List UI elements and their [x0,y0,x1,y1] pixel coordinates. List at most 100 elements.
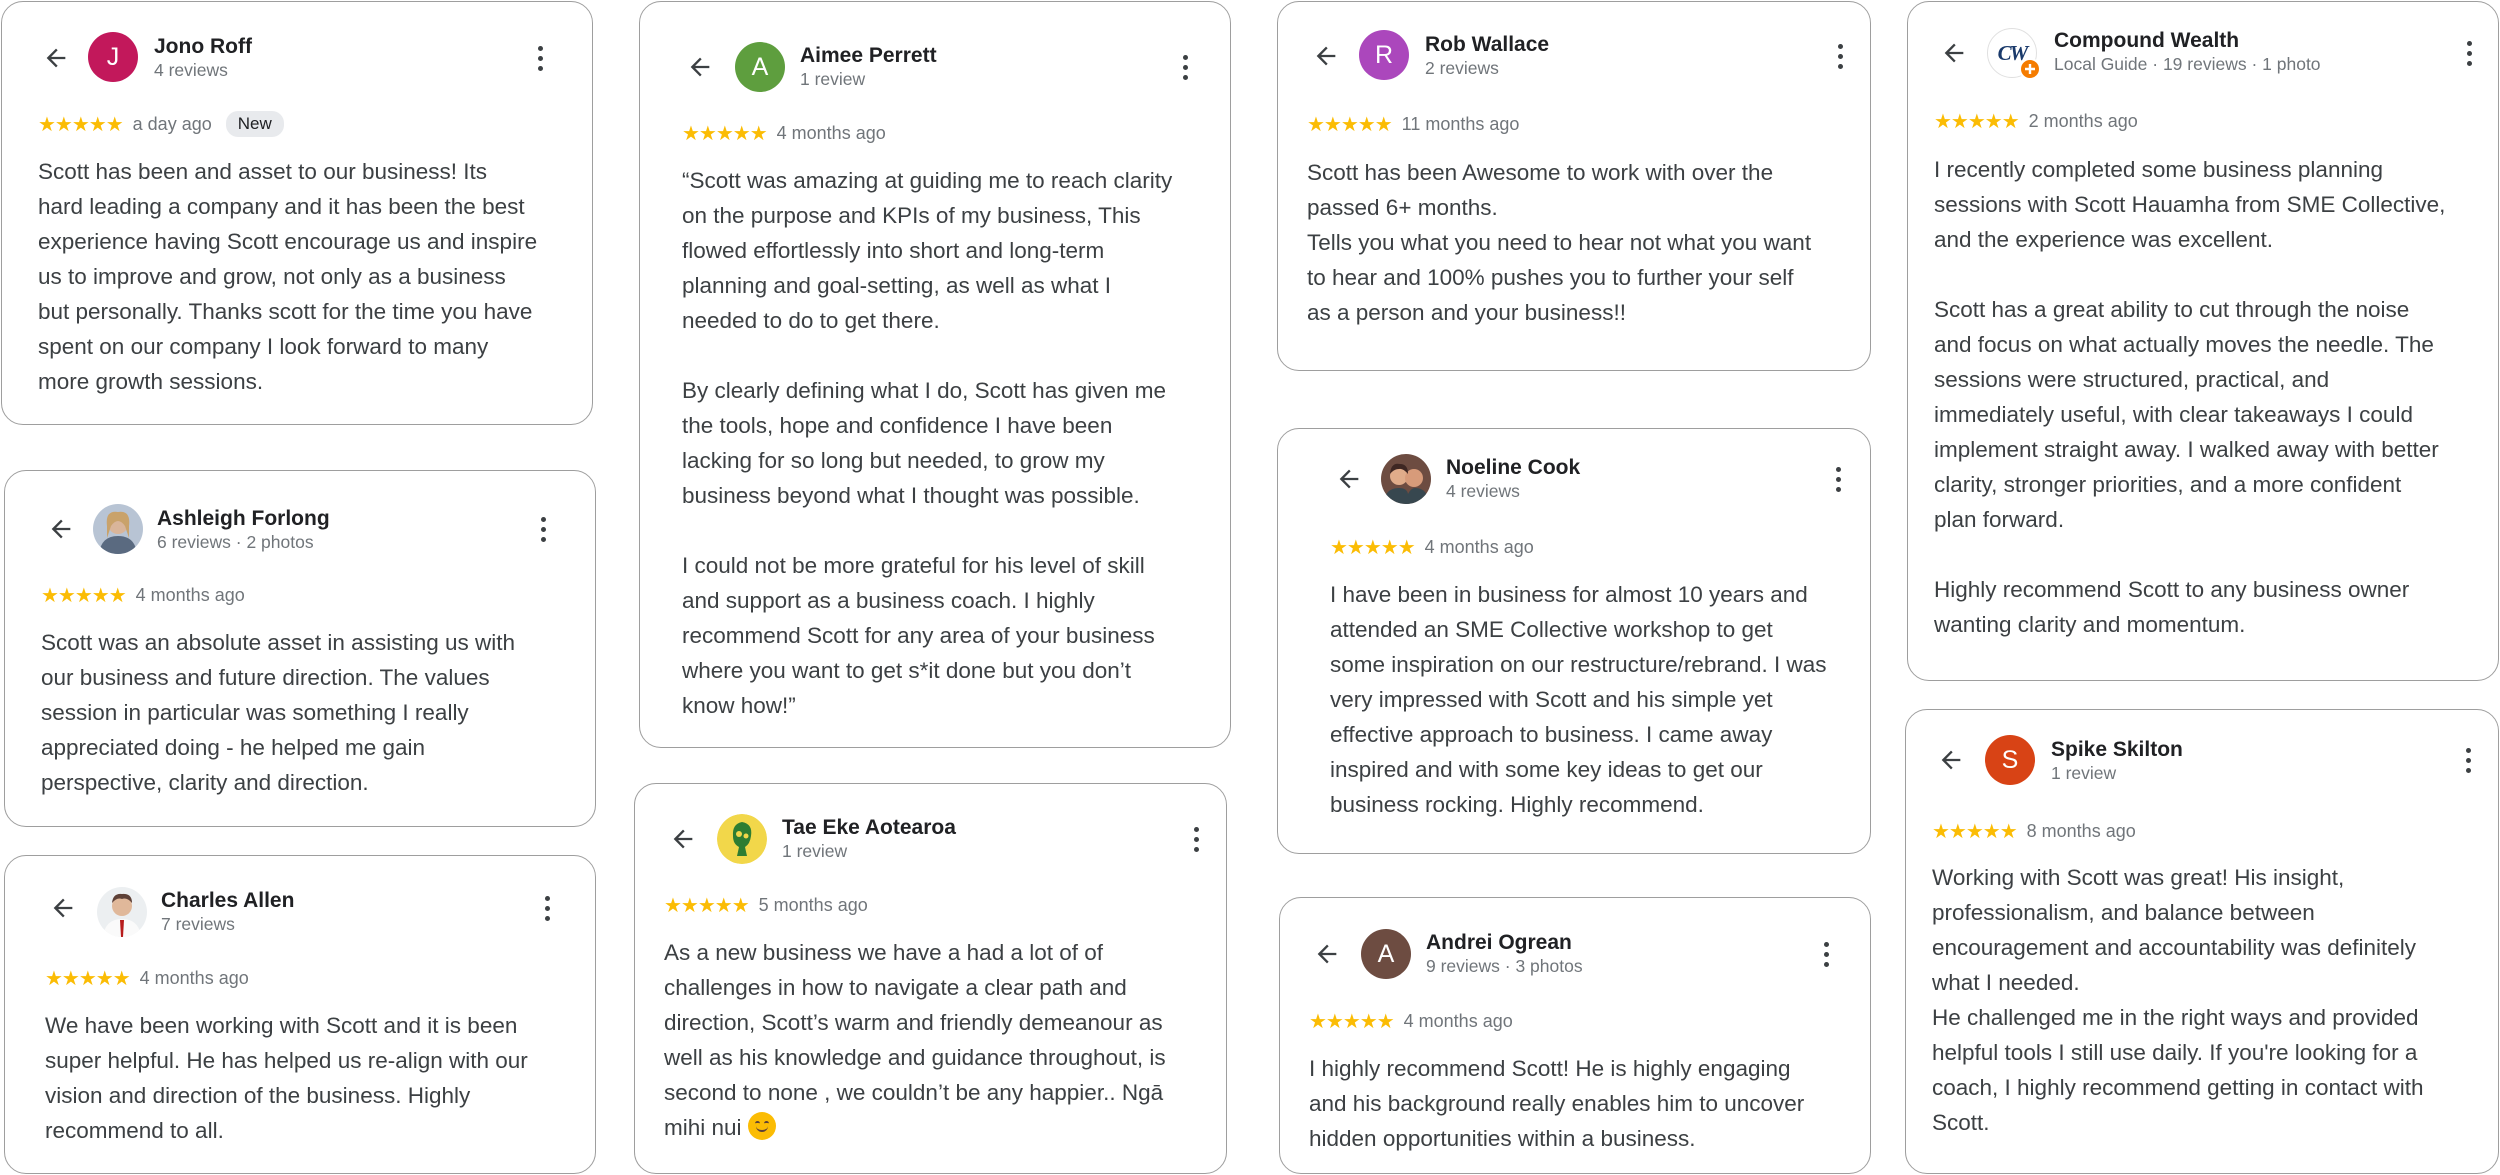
reviewer-meta: Local Guide · 19 reviews · 1 photo [2054,54,2321,74]
avatar[interactable] [97,887,147,937]
review-text: I recently completed some business plann… [1934,157,2446,637]
reviewer-meta: 4 reviews [1446,481,1520,501]
more-options-icon[interactable] [1181,819,1211,859]
reviewer-meta: 1 review [782,841,848,861]
local-guide-badge-icon [2019,58,2041,80]
review-card-aimee-perrett: A Aimee Perrett 1 review ★★★★★ 4 months … [639,1,1231,748]
reviewer-name[interactable]: Rob Wallace [1425,33,1549,57]
review-text-content: As a new business we have a had a lot of… [664,940,1166,1140]
review-card-ashleigh-forlong: Ashleigh Forlong 6 reviews · 2 photos ★★… [4,470,596,827]
star-rating: ★★★★★ [1307,114,1393,136]
more-options-icon[interactable] [1170,47,1200,87]
rating-row: ★★★★★ 4 months ago [1309,1009,1513,1034]
star-rating: ★★★★★ [1932,821,2018,843]
back-arrow-icon[interactable] [1931,740,1971,780]
review-text: Scott has been and asset to our business… [38,159,538,394]
review-card-spike-skilton: S Spike Skilton 1 review ★★★★★ 8 months … [1905,709,2499,1174]
star-rating: ★★★★★ [45,968,131,990]
avatar[interactable]: A [735,42,785,92]
more-options-icon[interactable] [2453,740,2483,780]
review-text: “Scott was amazing at guiding me to reac… [682,168,1173,718]
reviewer-name[interactable]: Charles Allen [161,889,294,913]
reviewer-name[interactable]: Andrei Ogrean [1426,931,1572,955]
review-date: 4 months ago [1424,537,1534,557]
review-date: 2 months ago [2028,111,2138,131]
review-card-jono-roff: J Jono Roff 4 reviews ★★★★★ a day ago Ne… [1,1,593,425]
review-text: I highly recommend Scott! He is highly e… [1309,1056,1805,1151]
back-arrow-icon[interactable] [1306,36,1346,76]
rating-row: ★★★★★ 4 months ago [45,966,249,991]
avatar[interactable] [1381,454,1431,504]
reviewer-meta: 7 reviews [161,914,235,934]
back-arrow-icon[interactable] [680,47,720,87]
star-rating: ★★★★★ [1330,537,1416,559]
back-arrow-icon[interactable] [43,888,83,928]
more-options-icon[interactable] [1811,934,1841,974]
avatar[interactable]: A [1361,929,1411,979]
review-date: 4 months ago [1403,1011,1513,1031]
reviewer-meta: 2 reviews [1425,58,1499,78]
reviewer-name[interactable]: Compound Wealth [2054,29,2239,53]
star-rating: ★★★★★ [682,123,768,145]
rating-row: ★★★★★ 2 months ago [1934,109,2138,134]
more-options-icon[interactable] [1825,36,1855,76]
star-rating: ★★★★★ [664,895,750,917]
review-card-charles-allen: Charles Allen 7 reviews ★★★★★ 4 months a… [4,855,596,1174]
review-date: 4 months ago [776,123,886,143]
review-text: Scott was an absolute asset in assisting… [41,630,515,795]
reviewer-name[interactable]: Aimee Perrett [800,44,937,68]
avatar[interactable] [717,814,767,864]
reviewer-name[interactable]: Spike Skilton [2051,738,2183,762]
star-rating: ★★★★★ [1934,111,2020,133]
rating-row: ★★★★★ 4 months ago [41,583,245,608]
reviewer-name[interactable]: Ashleigh Forlong [157,507,330,531]
star-rating: ★★★★★ [41,585,127,607]
avatar[interactable] [93,504,143,554]
review-text: Working with Scott was great! His insigh… [1932,865,2424,1135]
more-options-icon[interactable] [1823,459,1853,499]
rating-row: ★★★★★ 5 months ago [664,893,868,918]
review-text: As a new business we have a had a lot of… [664,935,1166,1145]
more-options-icon[interactable] [532,888,562,928]
back-arrow-icon[interactable] [1307,934,1347,974]
review-date: 4 months ago [135,585,245,605]
review-text: Scott has been Awesome to work with over… [1307,160,1812,325]
review-date: 5 months ago [758,895,868,915]
reviewer-meta: 1 review [800,69,866,89]
more-options-icon[interactable] [528,509,558,549]
reviewer-name[interactable]: Tae Eke Aotearoa [782,816,956,840]
reviewer-meta: 9 reviews · 3 photos [1426,956,1583,976]
back-arrow-icon[interactable] [41,509,81,549]
reviewer-name[interactable]: Noeline Cook [1446,456,1580,480]
avatar[interactable]: R [1359,30,1409,80]
rating-row: ★★★★★ 4 months ago [682,121,886,146]
rating-row: ★★★★★ 8 months ago [1932,819,2136,844]
review-date: 11 months ago [1401,114,1520,134]
avatar[interactable]: S [1985,735,2035,785]
star-rating: ★★★★★ [38,113,124,136]
review-card-noeline-cook: Noeline Cook 4 reviews ★★★★★ 4 months ag… [1277,428,1871,854]
review-card-rob-wallace: R Rob Wallace 2 reviews ★★★★★ 11 months … [1277,1,1871,371]
review-date: 8 months ago [2026,821,2136,841]
back-arrow-icon[interactable] [1329,459,1369,499]
review-card-compound-wealth: CW Compound Wealth Local Guide · 19 revi… [1907,1,2499,681]
back-arrow-icon[interactable] [36,38,76,78]
review-date: a day ago [132,113,212,134]
review-text: We have been working with Scott and it i… [45,1013,528,1143]
review-card-andrei-ogrean: A Andrei Ogrean 9 reviews · 3 photos ★★★… [1279,897,1871,1174]
rating-row: ★★★★★ 11 months ago [1307,112,1519,137]
reviewer-name[interactable]: Jono Roff [154,35,252,59]
reviewer-meta: 4 reviews [154,60,228,80]
more-options-icon[interactable] [525,38,555,78]
back-arrow-icon[interactable] [663,819,703,859]
avatar[interactable]: J [88,32,138,82]
review-card-tae-eke-aotearoa: Tae Eke Aotearoa 1 review ★★★★★ 5 months… [634,783,1227,1174]
back-arrow-icon[interactable] [1934,33,1974,73]
new-badge: New [225,111,284,137]
rating-row: ★★★★★ a day ago New [38,111,284,137]
more-options-icon[interactable] [2454,33,2484,73]
review-date: 4 months ago [139,968,249,988]
review-text: I have been in business for almost 10 ye… [1330,582,1827,817]
reviewer-meta: 6 reviews · 2 photos [157,532,314,552]
star-rating: ★★★★★ [1309,1011,1395,1033]
